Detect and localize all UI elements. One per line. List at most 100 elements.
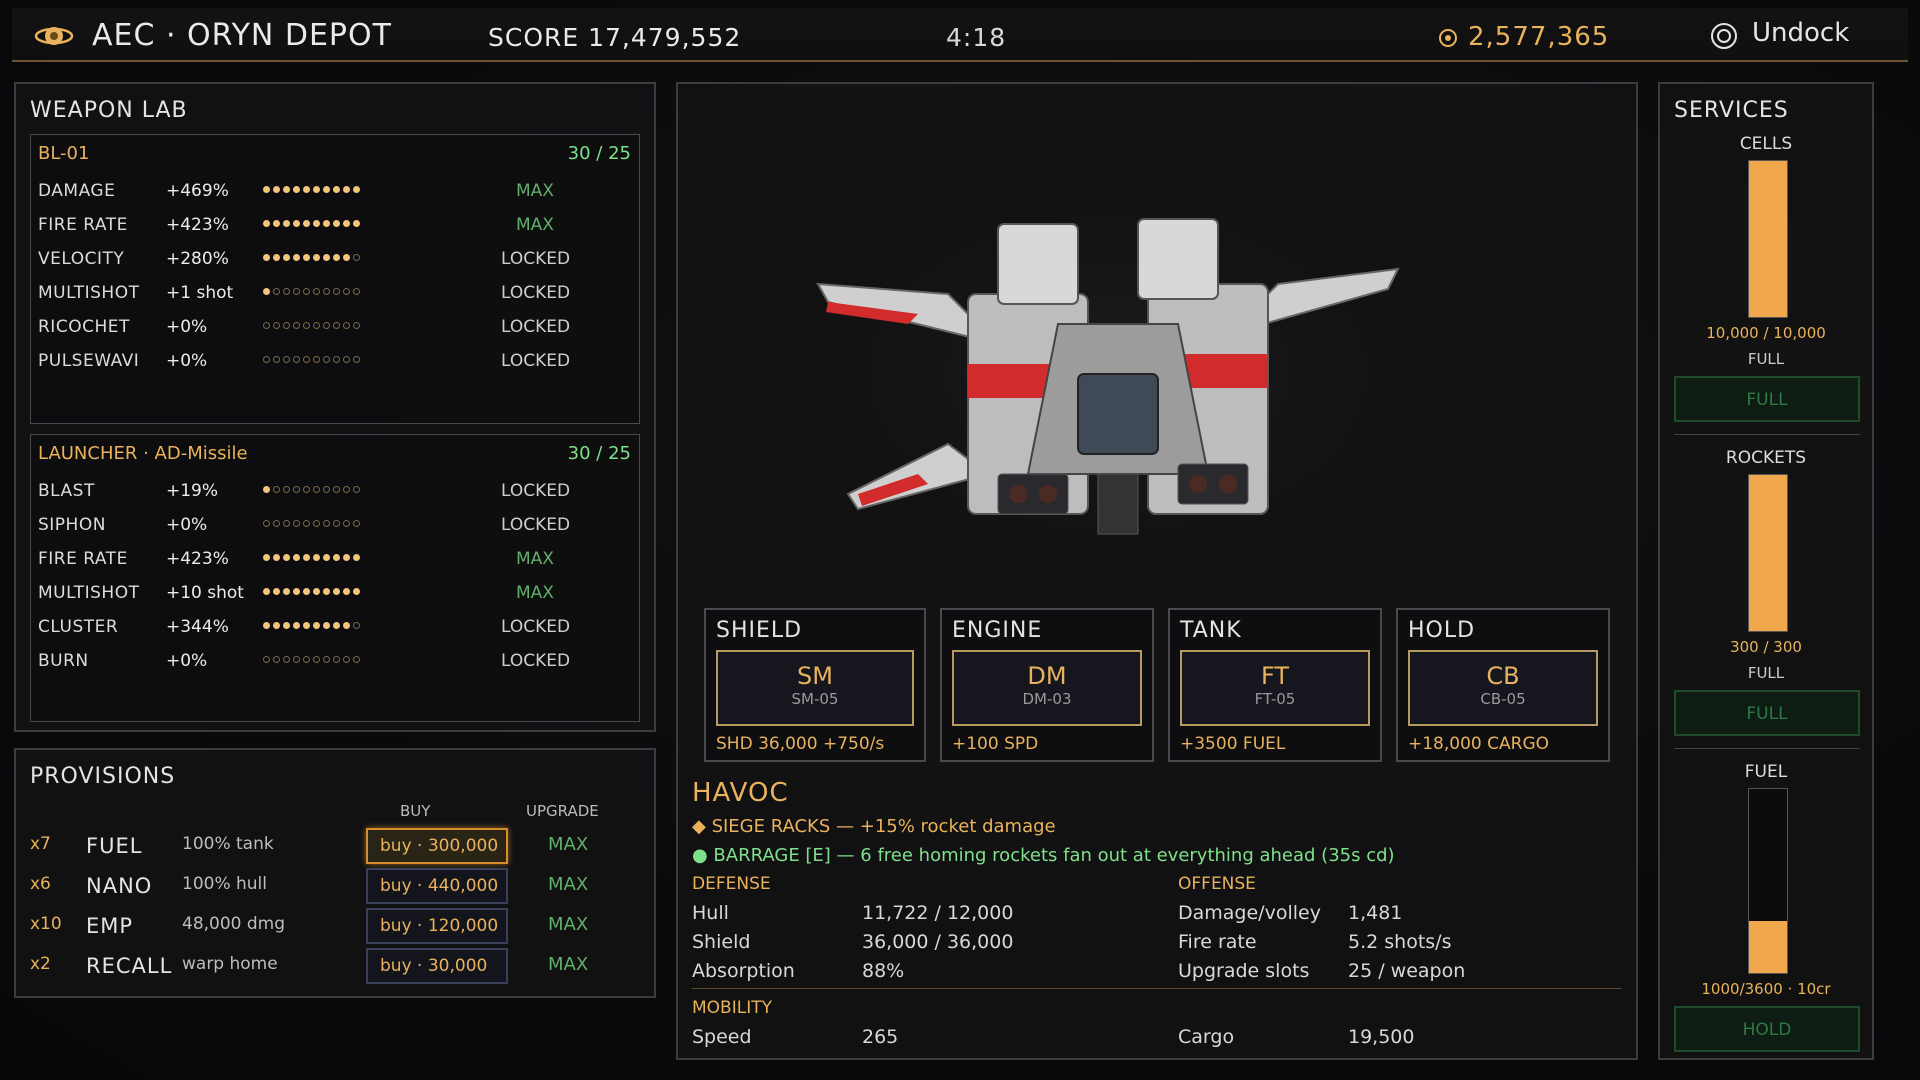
upgrade-pip [293, 656, 300, 663]
ship-panel: SHIELD SM SM-05 SHD 36,000 +750/s ENGINE … [676, 82, 1638, 1060]
provision-name: FUEL [86, 834, 143, 858]
upgrade-column-header: UPGRADE [526, 802, 599, 820]
offense-firerate-label: Fire rate [1178, 931, 1257, 953]
weapon-stat-row[interactable]: DAMAGE +469% MAX [31, 175, 639, 207]
slot-module-box[interactable]: SM SM-05 [716, 650, 914, 726]
stat-name: CLUSTER [38, 617, 119, 637]
slot-module-box[interactable]: FT FT-05 [1180, 650, 1370, 726]
upgrade-pip [313, 622, 320, 629]
weapon-stat-row[interactable]: VELOCITY +280% LOCKED [31, 243, 639, 275]
services-title: SERVICES [1674, 98, 1789, 123]
rockets-level-fill [1749, 475, 1787, 631]
upgrade-pip [323, 220, 330, 227]
upgrade-pip [343, 322, 350, 329]
provision-buy-button[interactable]: buy · 120,000 [366, 908, 508, 944]
weapon-stat-row[interactable]: BLAST +19% LOCKED [31, 475, 639, 507]
rockets-refill-button[interactable]: FULL [1674, 690, 1860, 736]
upgrade-pip [323, 186, 330, 193]
upgrade-pip [353, 220, 360, 227]
provisions-title: PROVISIONS [30, 764, 176, 789]
upgrade-pip [343, 254, 350, 261]
provision-name: NANO [86, 874, 153, 898]
slot-engine[interactable]: ENGINE DM DM-03 +100 SPD [940, 608, 1154, 762]
weapon-stat-row[interactable]: RICOCHET +0% LOCKED [31, 311, 639, 343]
fuel-hold-button[interactable]: HOLD [1674, 1006, 1860, 1052]
stat-name: BLAST [38, 481, 95, 501]
upgrade-pips [263, 186, 363, 196]
upgrade-pip [273, 186, 280, 193]
weapon-stat-row[interactable]: CLUSTER +344% LOCKED [31, 611, 639, 643]
defense-hull-value: 11,722 / 12,000 [862, 902, 1014, 924]
upgrade-pip [303, 656, 310, 663]
stat-bonus: +423% [166, 549, 229, 569]
upgrade-pip [303, 288, 310, 295]
cells-refill-button[interactable]: FULL [1674, 376, 1860, 422]
weapon-stat-row[interactable]: SIPHON +0% LOCKED [31, 509, 639, 541]
slot-stat: +100 SPD [952, 734, 1039, 754]
slot-tank[interactable]: TANK FT FT-05 +3500 FUEL [1168, 608, 1382, 762]
mobility-cargo-value: 19,500 [1348, 1026, 1415, 1048]
weapon-stat-row[interactable]: FIRE RATE +423% MAX [31, 543, 639, 575]
ship-render [816, 184, 1418, 564]
weapon-stat-row[interactable]: FIRE RATE +423% MAX [31, 209, 639, 241]
upgrade-pips [263, 622, 363, 632]
weapon-card-launcher: LAUNCHER · AD-Missile 30 / 25 BLAST +19% L… [30, 434, 640, 722]
upgrade-pips [263, 288, 363, 298]
upgrade-pip [313, 288, 320, 295]
defense-shield-label: Shield [692, 931, 751, 953]
weapon-stat-row[interactable]: MULTISHOT +1 shot LOCKED [31, 277, 639, 309]
upgrade-pip [293, 588, 300, 595]
provision-buy-button[interactable]: buy · 300,000 [366, 828, 508, 864]
slot-module-box[interactable]: CB CB-05 [1408, 650, 1598, 726]
stat-name: FIRE RATE [38, 549, 128, 569]
upgrade-pips [263, 588, 363, 598]
upgrade-pip [353, 254, 360, 261]
upgrade-pip [313, 486, 320, 493]
weapon-stat-row[interactable]: MULTISHOT +10 shot MAX [31, 577, 639, 609]
weapon-stat-row[interactable]: BURN +0% LOCKED [31, 645, 639, 677]
upgrade-pip [263, 588, 270, 595]
upgrade-pip [263, 520, 270, 527]
slot-stat: +18,000 CARGO [1408, 734, 1549, 754]
mobility-speed-label: Speed [692, 1026, 752, 1048]
buy-column-header: BUY [400, 802, 431, 820]
upgrade-pip [303, 588, 310, 595]
upgrade-pip [273, 356, 280, 363]
defense-absorption-value: 88% [862, 960, 905, 982]
upgrade-pip [283, 656, 290, 663]
upgrade-pip [333, 220, 340, 227]
upgrade-pip [323, 356, 330, 363]
stat-status: LOCKED [501, 351, 571, 371]
upgrade-pip [263, 356, 270, 363]
slot-hold[interactable]: HOLD CB CB-05 +18,000 CARGO [1396, 608, 1610, 762]
upgrade-pip [283, 554, 290, 561]
slot-module-box[interactable]: DM DM-03 [952, 650, 1142, 726]
upgrade-pip [273, 288, 280, 295]
stat-bonus: +0% [166, 651, 208, 671]
slot-shield[interactable]: SHIELD SM SM-05 SHD 36,000 +750/s [704, 608, 926, 762]
stat-bonus: +280% [166, 249, 229, 269]
upgrade-pips [263, 520, 363, 530]
upgrade-pip [293, 554, 300, 561]
weapon-stat-row[interactable]: PULSEWAVI +0% LOCKED [31, 345, 639, 377]
stat-bonus: +19% [166, 481, 219, 501]
mobility-title: MOBILITY [692, 998, 772, 1018]
provision-desc: warp home [182, 954, 278, 974]
slot-label: ENGINE [952, 618, 1043, 643]
fuel-amount: 1000/3600 · 10cr [1701, 980, 1831, 998]
provision-buy-button[interactable]: buy · 30,000 [366, 948, 508, 984]
provision-upgrade: MAX [548, 954, 589, 975]
upgrade-pips [263, 656, 363, 666]
provision-desc: 100% hull [182, 874, 267, 894]
provision-buy-button[interactable]: buy · 440,000 [366, 868, 508, 904]
upgrade-pip [293, 254, 300, 261]
undock-button[interactable]: Undock [1698, 14, 1878, 54]
offense-firerate-value: 5.2 shots/s [1348, 931, 1452, 953]
fuel-level-bar [1748, 788, 1788, 974]
weapon-name: BL-01 [38, 143, 90, 164]
stat-name: RICOCHET [38, 317, 130, 337]
service-name-fuel: FUEL [1744, 762, 1788, 782]
upgrade-pip [343, 622, 350, 629]
stat-name: BURN [38, 651, 89, 671]
weapon-lab-title: WEAPON LAB [30, 98, 188, 123]
